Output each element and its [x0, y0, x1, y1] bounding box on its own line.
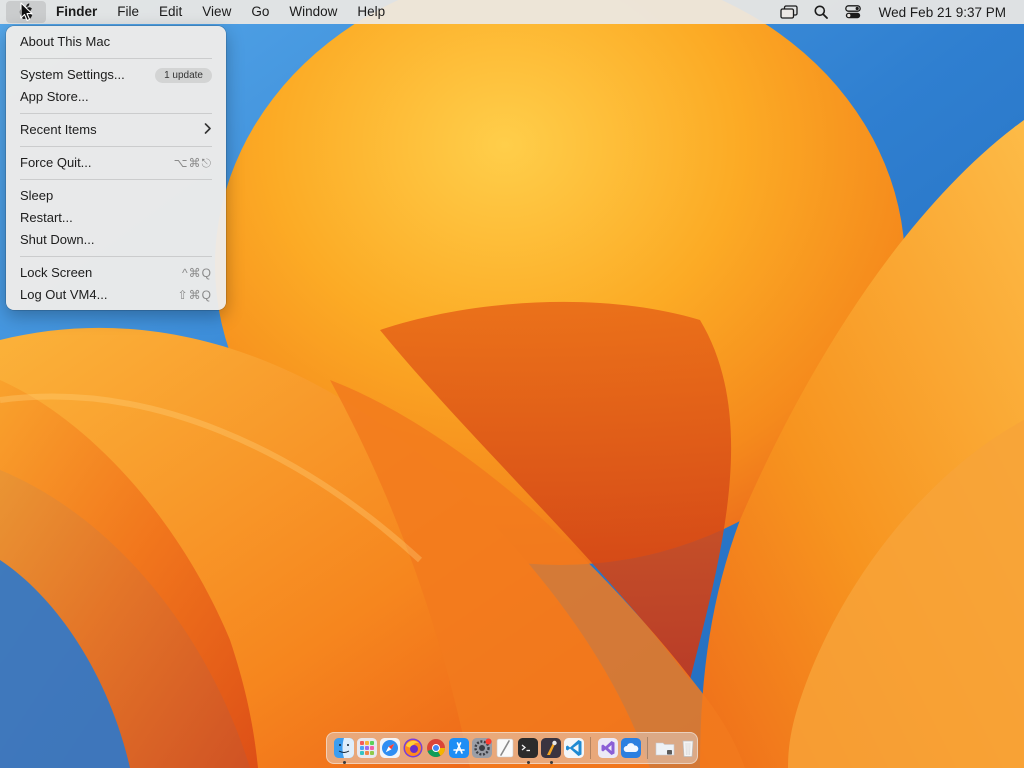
menu-item-label: App Store...	[20, 89, 89, 104]
menu-separator	[20, 146, 212, 147]
menu-item-shortcut: ^⌘Q	[182, 266, 212, 280]
menu-item-shortcut: ⇧⌘Q	[177, 288, 212, 302]
vscode-icon[interactable]	[563, 738, 584, 758]
finder-icon[interactable]	[333, 738, 354, 764]
menu-item-sleep[interactable]: Sleep	[6, 185, 226, 207]
dock	[326, 732, 698, 764]
menu-item-shut-down[interactable]: Shut Down...	[6, 229, 226, 251]
app-store-icon[interactable]	[448, 738, 469, 758]
menu-separator	[20, 58, 212, 59]
menu-item-recent-items[interactable]: Recent Items	[6, 119, 226, 141]
menu-item-shortcut: ⌥⌘⎋	[173, 156, 212, 170]
menu-separator	[20, 113, 212, 114]
textedit-icon[interactable]	[495, 738, 515, 758]
menu-separator	[20, 179, 212, 180]
menu-separator	[20, 256, 212, 257]
menu-item-log-out[interactable]: Log Out VM4... ⇧⌘Q	[6, 284, 226, 306]
menu-item-label: Restart...	[20, 210, 73, 225]
menu-go[interactable]: Go	[241, 0, 279, 24]
menu-item-about-this-mac[interactable]: About This Mac	[6, 31, 226, 53]
apple-menu-dropdown: About This Mac System Settings... 1 upda…	[6, 26, 226, 310]
menu-finder[interactable]: Finder	[46, 0, 107, 24]
menu-item-label: System Settings...	[20, 67, 125, 82]
control-center-icon[interactable]	[842, 0, 864, 24]
dock-separator	[590, 737, 591, 759]
running-indicator	[342, 761, 346, 764]
trash-icon[interactable]	[678, 738, 698, 758]
menu-bar-extras: Wed Feb 21 9:37 PM	[773, 0, 1024, 24]
menu-item-label: About This Mac	[20, 34, 111, 49]
downloads-folder-icon[interactable]	[655, 738, 675, 758]
update-badge: 1 update	[155, 67, 212, 83]
dock-separator	[647, 737, 648, 759]
search-icon[interactable]	[810, 0, 832, 24]
menu-item-label: Log Out VM4...	[20, 287, 108, 302]
menu-window[interactable]: Window	[279, 0, 347, 24]
cloud-app-icon[interactable]	[620, 738, 641, 758]
running-indicator	[549, 761, 553, 764]
instruments-icon[interactable]	[540, 738, 561, 764]
menu-item-label: Force Quit...	[20, 155, 92, 170]
terminal-icon[interactable]	[517, 738, 538, 764]
firefox-icon[interactable]	[403, 738, 423, 758]
menu-item-force-quit[interactable]: Force Quit... ⌥⌘⎋	[6, 152, 226, 174]
running-indicator	[526, 761, 530, 764]
screen-mirroring-icon[interactable]	[778, 0, 800, 24]
menu-view[interactable]: View	[192, 0, 241, 24]
chevron-right-icon	[204, 119, 212, 141]
menu-item-label: Shut Down...	[20, 232, 95, 247]
menu-file[interactable]: File	[107, 0, 149, 24]
menu-item-lock-screen[interactable]: Lock Screen ^⌘Q	[6, 262, 226, 284]
system-settings-icon[interactable]	[471, 738, 492, 758]
chrome-icon[interactable]	[426, 738, 446, 758]
menu-edit[interactable]: Edit	[149, 0, 192, 24]
menu-bar-left: Finder File Edit View Go Window Help	[0, 0, 395, 24]
menu-item-restart[interactable]: Restart...	[6, 207, 226, 229]
menu-item-label: Recent Items	[20, 122, 97, 137]
desktop: Finder File Edit View Go Window Help Wed…	[0, 0, 1024, 768]
menu-item-label: Sleep	[20, 188, 54, 203]
visual-studio-icon[interactable]	[597, 738, 618, 758]
menu-item-system-settings[interactable]: System Settings... 1 update	[6, 64, 226, 86]
mouse-pointer-icon	[20, 2, 33, 22]
menu-bar: Finder File Edit View Go Window Help Wed…	[0, 0, 1024, 24]
menu-item-app-store[interactable]: App Store...	[6, 86, 226, 108]
launchpad-icon[interactable]	[356, 738, 377, 758]
safari-icon[interactable]	[379, 738, 400, 758]
menu-item-label: Lock Screen	[20, 265, 93, 280]
menu-bar-clock[interactable]: Wed Feb 21 9:37 PM	[879, 5, 1006, 20]
menu-help[interactable]: Help	[347, 0, 395, 24]
